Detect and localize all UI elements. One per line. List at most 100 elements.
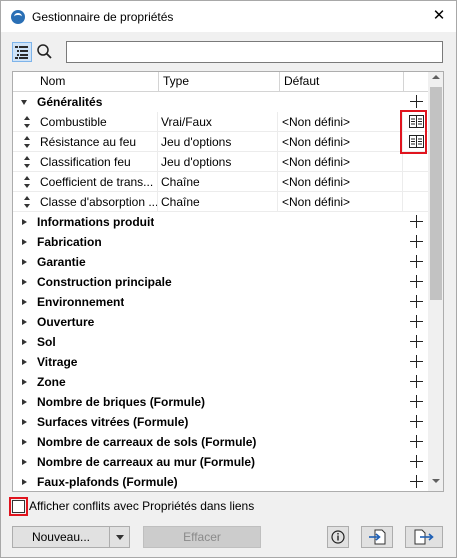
add-property-plus-icon[interactable]	[410, 455, 423, 468]
tree-view-button[interactable]	[12, 42, 32, 62]
reorder-updown-icon[interactable]	[23, 116, 31, 128]
property-default: <Non défini>	[281, 192, 403, 212]
column-header-name[interactable]: Nom	[36, 72, 159, 91]
import-button[interactable]	[361, 526, 393, 548]
property-row[interactable]: Classe d'absorption ... Chaîne <Non défini…	[13, 192, 428, 212]
property-default: <Non défini>	[281, 172, 403, 192]
group-row[interactable]: Environnement	[13, 292, 428, 312]
add-property-plus-icon[interactable]	[410, 275, 423, 288]
property-row[interactable]: Combustible Vrai/Faux <Non défini>	[13, 112, 428, 132]
property-manager-window: Gestionnaire de propriétés ✕ Nom Type Dé…	[0, 0, 457, 558]
group-row[interactable]: Construction principale	[13, 272, 428, 292]
property-row[interactable]: Coefficient de trans... Chaîne <Non défini…	[13, 172, 428, 192]
vertical-scrollbar[interactable]	[428, 72, 443, 491]
property-table: Nom Type Défaut Généralités Combustible V…	[12, 71, 444, 492]
group-row[interactable]: Fabrication	[13, 232, 428, 252]
add-property-plus-icon[interactable]	[410, 435, 423, 448]
group-label: Zone	[37, 375, 66, 389]
property-name: Résistance au feu	[40, 132, 158, 152]
expand-arrow-icon[interactable]	[22, 219, 27, 225]
classification-doc-icon[interactable]	[409, 135, 424, 148]
group-row[interactable]: Faux-plafonds (Formule)	[13, 472, 428, 491]
group-row-generalites[interactable]: Généralités	[13, 92, 428, 112]
property-row[interactable]: Classification feu Jeu d'options <Non défi…	[13, 152, 428, 172]
expand-arrow-icon[interactable]	[22, 299, 27, 305]
expand-arrow-icon[interactable]	[22, 319, 27, 325]
info-icon	[331, 530, 345, 544]
add-property-plus-icon[interactable]	[410, 355, 423, 368]
property-default: <Non défini>	[281, 132, 403, 152]
add-property-plus-icon[interactable]	[410, 475, 423, 488]
group-row[interactable]: Nombre de briques (Formule)	[13, 392, 428, 412]
close-button[interactable]: ✕	[425, 4, 453, 28]
reorder-updown-icon[interactable]	[23, 136, 31, 148]
expand-arrow-icon[interactable]	[22, 339, 27, 345]
chevron-down-icon	[116, 535, 124, 540]
archicad-app-icon	[11, 10, 25, 24]
group-label: Généralités	[37, 95, 103, 109]
group-row[interactable]: Garantie	[13, 252, 428, 272]
group-row[interactable]: Sol	[13, 332, 428, 352]
property-default: <Non défini>	[281, 112, 403, 132]
property-name: Classe d'absorption ...	[40, 192, 158, 212]
reorder-updown-icon[interactable]	[23, 196, 31, 208]
add-property-plus-icon[interactable]	[410, 95, 423, 108]
info-button[interactable]	[327, 526, 349, 548]
tree-list-icon	[15, 46, 28, 59]
search-toggle-button[interactable]	[35, 42, 55, 62]
add-property-plus-icon[interactable]	[410, 315, 423, 328]
group-row[interactable]: Nombre de carreaux de sols (Formule)	[13, 432, 428, 452]
window-title: Gestionnaire de propriétés	[32, 10, 174, 24]
expand-arrow-icon[interactable]	[22, 359, 27, 365]
expand-arrow-icon[interactable]	[22, 259, 27, 265]
group-label: Construction principale	[37, 275, 172, 289]
group-row[interactable]: Ouverture	[13, 312, 428, 332]
add-property-plus-icon[interactable]	[410, 335, 423, 348]
add-property-plus-icon[interactable]	[410, 215, 423, 228]
search-input[interactable]	[66, 41, 443, 63]
expand-arrow-icon[interactable]	[22, 239, 27, 245]
new-dropdown-button[interactable]	[109, 526, 130, 548]
add-property-plus-icon[interactable]	[410, 395, 423, 408]
column-header-default[interactable]: Défaut	[280, 72, 404, 91]
expand-arrow-icon[interactable]	[22, 279, 27, 285]
group-label: Nombre de carreaux au mur (Formule)	[37, 455, 256, 469]
classification-doc-icon[interactable]	[409, 115, 424, 128]
expand-arrow-icon[interactable]	[22, 399, 27, 405]
scroll-up-arrow-icon[interactable]	[432, 75, 440, 79]
group-label: Informations produit	[37, 215, 155, 229]
group-row[interactable]: Surfaces vitrées (Formule)	[13, 412, 428, 432]
add-property-plus-icon[interactable]	[410, 295, 423, 308]
group-row[interactable]: Vitrage	[13, 352, 428, 372]
expand-arrow-icon[interactable]	[22, 439, 27, 445]
show-conflicts-checkbox[interactable]	[12, 500, 25, 513]
expand-arrow-icon[interactable]	[22, 379, 27, 385]
expand-arrow-icon[interactable]	[22, 419, 27, 425]
add-property-plus-icon[interactable]	[410, 375, 423, 388]
group-label: Garantie	[37, 255, 86, 269]
property-default: <Non défini>	[281, 152, 403, 172]
expand-arrow-icon[interactable]	[22, 479, 27, 485]
new-button[interactable]: Nouveau...	[12, 526, 110, 548]
reorder-updown-icon[interactable]	[23, 156, 31, 168]
column-header-type[interactable]: Type	[159, 72, 280, 91]
add-property-plus-icon[interactable]	[410, 235, 423, 248]
property-row[interactable]: Résistance au feu Jeu d'options <Non défin…	[13, 132, 428, 152]
group-row[interactable]: Zone	[13, 372, 428, 392]
group-label: Environnement	[37, 295, 125, 309]
import-icon	[369, 529, 386, 545]
add-property-plus-icon[interactable]	[410, 255, 423, 268]
reorder-updown-icon[interactable]	[23, 176, 31, 188]
scroll-down-arrow-icon[interactable]	[432, 479, 440, 483]
group-label: Faux-plafonds (Formule)	[37, 475, 178, 489]
property-name: Classification feu	[40, 152, 158, 172]
add-property-plus-icon[interactable]	[410, 415, 423, 428]
collapse-arrow-icon[interactable]	[21, 100, 27, 105]
expand-arrow-icon[interactable]	[22, 459, 27, 465]
property-name: Coefficient de trans...	[40, 172, 158, 192]
group-row[interactable]: Nombre de carreaux au mur (Formule)	[13, 452, 428, 472]
export-button[interactable]	[405, 526, 443, 548]
group-label: Sol	[37, 335, 56, 349]
scroll-thumb[interactable]	[430, 87, 442, 300]
group-row[interactable]: Informations produit	[13, 212, 428, 232]
